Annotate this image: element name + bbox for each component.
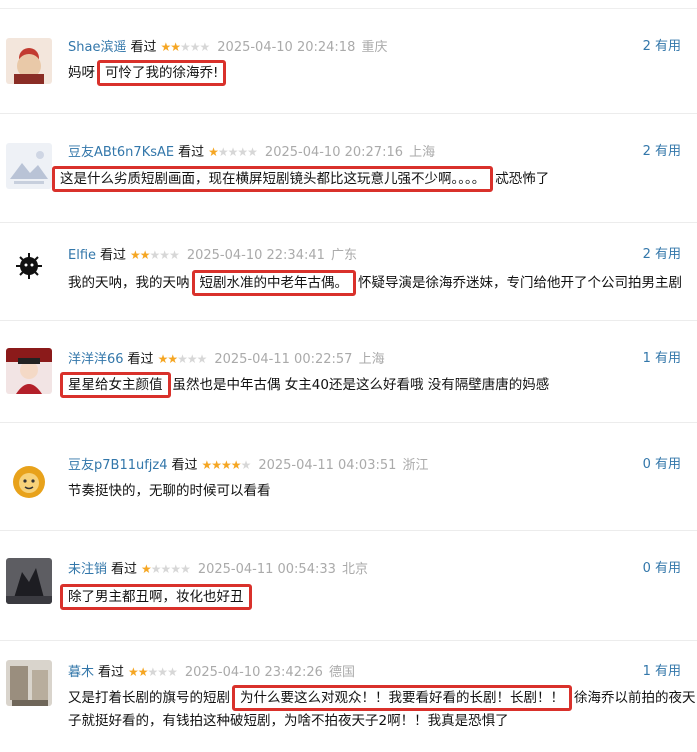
username-link[interactable]: 暮木 (68, 665, 94, 680)
rating-stars: ★★★★★ (130, 248, 180, 262)
comment-text-line2: 子就挺好看的，有钱拍这种破短剧，为啥不拍夜天子2啊！！我真是恐惧了 (68, 713, 509, 729)
comment-location: 上海 (358, 352, 385, 367)
watch-status: 看过 (171, 458, 198, 473)
divider (0, 530, 697, 531)
highlight-box: 短剧水准的中老年古偶。 (191, 270, 356, 296)
comment-text: 妈呀 可怜了我的徐海乔! (68, 60, 683, 86)
comment-text: 这是什么劣质短剧画面，现在横屏短剧镜头都比这玩意儿强不少啊。。。。 忒恐怖了 (50, 166, 683, 192)
rating-stars: ★★★★★ (208, 145, 258, 159)
username-link[interactable]: 洋洋洋66 (68, 352, 124, 367)
comment-time: 2025-04-10 22:34:41 (186, 248, 325, 263)
useful-vote-button[interactable]: 1 有用 (643, 663, 681, 681)
highlight-box: 可怜了我的徐海乔! (97, 60, 227, 86)
divider (0, 320, 697, 321)
username-link[interactable]: Shae滨遥 (68, 40, 126, 55)
username-link[interactable]: 未注销 (68, 562, 107, 577)
comment-time: 2025-04-11 00:54:33 (197, 562, 336, 577)
comment-text: 节奏挺快的，无聊的时候可以看看 (68, 483, 271, 499)
username-link[interactable]: 豆友ABt6n7KsAE (68, 145, 174, 160)
comment-location: 浙江 (402, 458, 429, 473)
comment-meta: 洋洋洋66 看过 ★★★★★ 2025-04-11 00:22:57 上海 (68, 350, 385, 369)
rating-stars: ★★★★★ (201, 458, 252, 472)
comment-meta: Elfie 看过 ★★★★★ 2025-04-10 22:34:41 广东 (68, 246, 357, 265)
comment-meta: 豆友p7B11ufjz4 看过 ★★★★★ 2025-04-11 04:03:51 浙… (68, 456, 429, 475)
highlight-box: 这是什么劣质短剧画面，现在横屏短剧镜头都比这玩意儿强不少啊。。。。 (52, 166, 494, 192)
comment-time: 2025-04-11 04:03:51 (258, 458, 397, 473)
avatar[interactable] (6, 458, 52, 504)
watch-status: 看过 (178, 145, 205, 160)
watch-status: 看过 (130, 40, 157, 55)
avatar[interactable] (6, 348, 52, 394)
comment-text: 除了男主都丑啊，妆化也好丑 (58, 584, 683, 610)
divider (0, 113, 697, 114)
comment-location: 德国 (329, 665, 356, 680)
comment-meta: 未注销 看过 ★★★★★ 2025-04-11 00:54:33 北京 (68, 560, 368, 579)
comment-text: 星星给女主颜值 虽然也是中年古偶 女主40还是这么好看哦 没有隔壁唐唐的妈感 (58, 372, 683, 398)
rating-stars: ★★★★★ (160, 40, 210, 54)
comment-meta: 豆友ABt6n7KsAE 看过 ★★★★★ 2025-04-10 20:27:16 上… (68, 143, 435, 162)
comment-location: 重庆 (361, 40, 388, 55)
watch-status: 看过 (100, 248, 127, 263)
useful-vote-button[interactable]: 0 有用 (643, 456, 681, 474)
comment-time: 2025-04-10 20:24:18 (217, 40, 356, 55)
comment-meta: 暮木 看过 ★★★★★ 2025-04-10 23:42:26 德国 (68, 663, 355, 682)
divider (0, 422, 697, 423)
comment-time: 2025-04-11 00:22:57 (214, 352, 353, 367)
useful-vote-button[interactable]: 2 有用 (643, 246, 681, 264)
comment-location: 广东 (331, 248, 358, 263)
avatar[interactable] (6, 143, 52, 189)
highlight-box: 为什么要这么对观众！！我要看好看的长剧！长剧！！ (232, 685, 572, 711)
watch-status: 看过 (127, 352, 154, 367)
useful-vote-button[interactable]: 2 有用 (643, 143, 681, 161)
watch-status: 看过 (98, 665, 125, 680)
username-link[interactable]: Elfie (68, 248, 96, 263)
highlight-box: 星星给女主颜值 (60, 372, 171, 398)
avatar[interactable] (6, 660, 52, 706)
divider (0, 640, 697, 641)
divider (0, 222, 697, 223)
top-divider (0, 0, 697, 9)
comment-location: 北京 (342, 562, 369, 577)
highlight-box: 除了男主都丑啊，妆化也好丑 (60, 584, 252, 610)
avatar[interactable] (6, 38, 52, 84)
avatar[interactable] (6, 558, 52, 604)
comment-time: 2025-04-10 23:42:26 (184, 665, 323, 680)
useful-vote-button[interactable]: 2 有用 (643, 38, 681, 56)
rating-stars: ★★★★★ (128, 665, 178, 679)
watch-status: 看过 (111, 562, 138, 577)
comment-location: 上海 (409, 145, 436, 160)
rating-stars: ★★★★★ (157, 352, 208, 366)
useful-vote-button[interactable]: 0 有用 (643, 560, 681, 578)
comment-time: 2025-04-10 20:27:16 (264, 145, 403, 160)
comment-meta: Shae滨遥 看过 ★★★★★ 2025-04-10 20:24:18 重庆 (68, 38, 388, 57)
comment-text: 我的天呐，我的天呐 短剧水准的中老年古偶。 怀疑导演是徐海乔迷妹，专门给他开了个公司… (68, 270, 683, 296)
comment-text: 又是打着长剧的旗号的短剧 为什么要这么对观众！！我要看好看的长剧！长剧！！ 徐海乔以… (68, 685, 696, 711)
rating-stars: ★★★★★ (141, 562, 191, 576)
useful-vote-button[interactable]: 1 有用 (643, 350, 681, 368)
avatar[interactable] (6, 245, 52, 291)
username-link[interactable]: 豆友p7B11ufjz4 (68, 458, 168, 473)
